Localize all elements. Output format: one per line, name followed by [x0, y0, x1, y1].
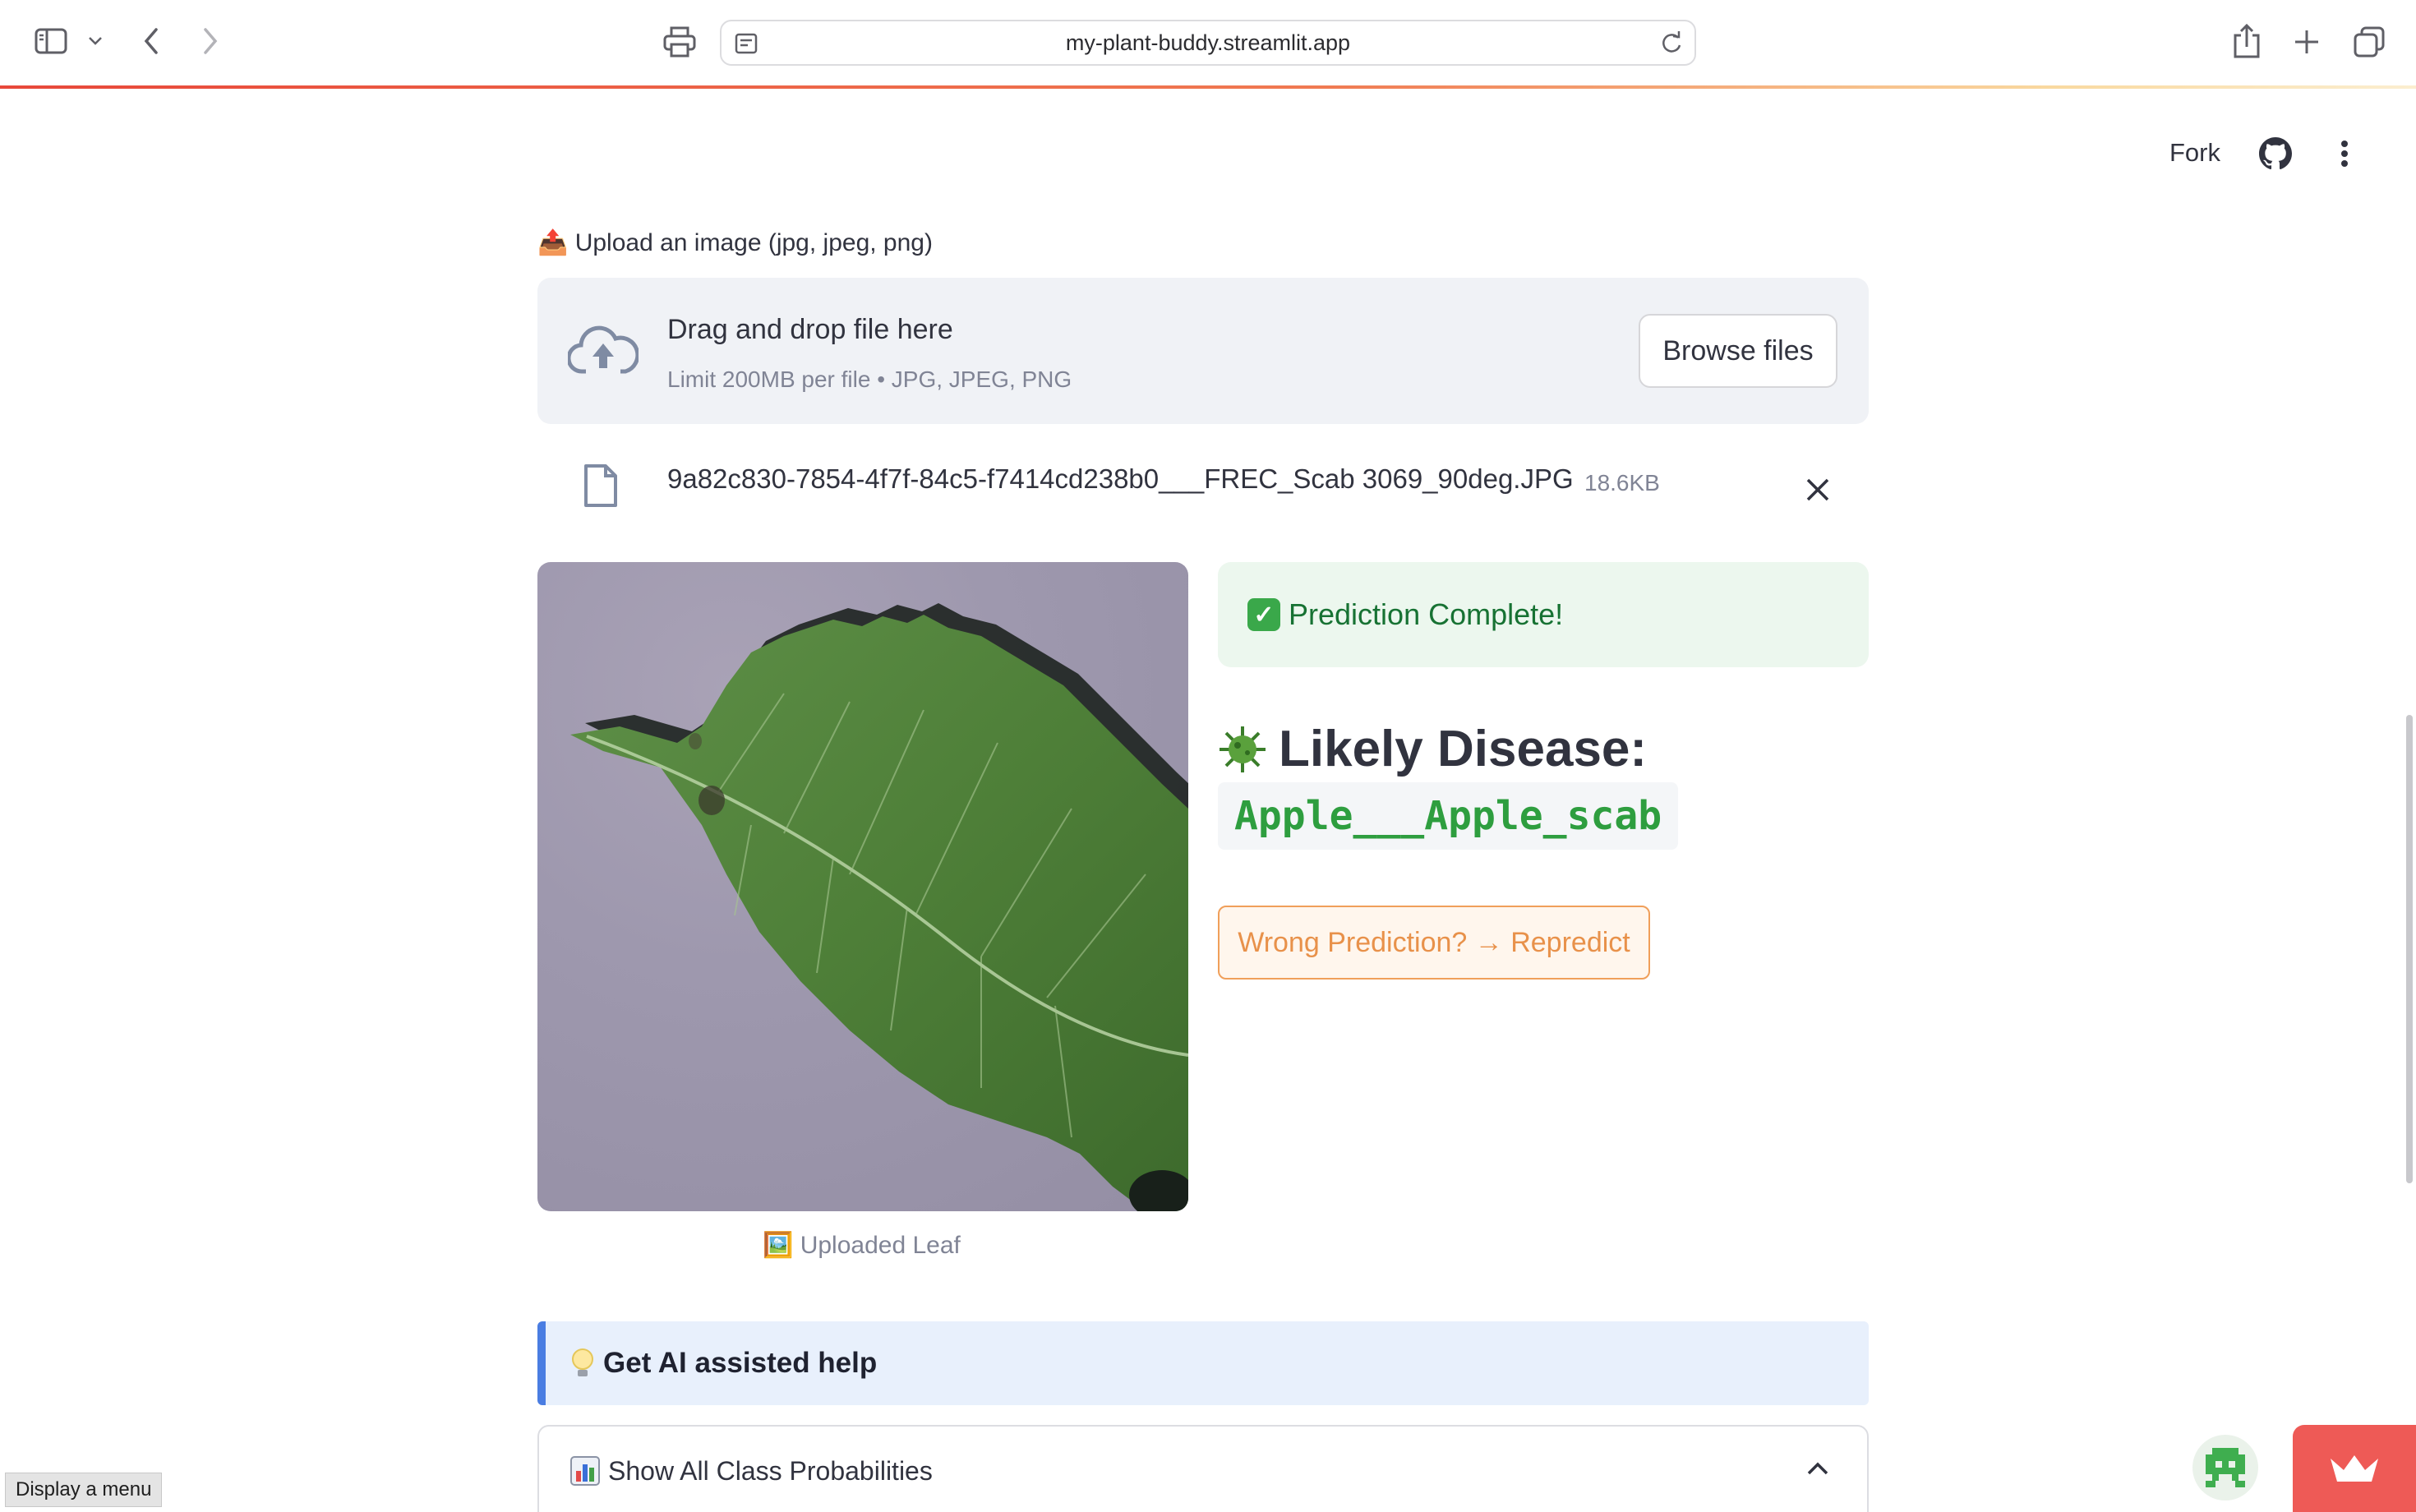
fork-button[interactable]: Fork — [2169, 138, 2220, 168]
reload-icon[interactable] — [1660, 31, 1683, 56]
close-icon[interactable] — [1800, 472, 1836, 508]
expander-label: Show All Class Probabilities — [608, 1456, 933, 1486]
ai-help-banner[interactable]: Get AI assisted help — [537, 1321, 1869, 1405]
uploaded-file-name: 9a82c830-7854-4f7f-84c5-f7414cd238b0___F… — [667, 463, 1574, 494]
image-caption: 🖼️ Uploaded Leaf — [763, 1231, 961, 1260]
tabs-overview-icon[interactable] — [2350, 23, 2388, 61]
disease-code: Apple___Apple_scab — [1218, 782, 1679, 850]
check-mark-icon: ✓ — [1247, 598, 1280, 631]
display-menu-tooltip: Display a menu — [5, 1473, 163, 1507]
loading-accent-line — [0, 85, 2416, 89]
sidebar-toggle-icon[interactable] — [31, 25, 71, 58]
browse-files-button[interactable]: Browse files — [1639, 314, 1837, 388]
upload-label-text: 📤 Upload an image (jpg, jpeg, png) — [537, 229, 933, 256]
uploaded-file-size: 18.6KB — [1584, 470, 1660, 496]
file-icon — [580, 460, 621, 511]
plus-icon[interactable] — [2289, 25, 2324, 59]
repredict-button[interactable]: Wrong Prediction? → Repredict — [1218, 906, 1650, 980]
light-bulb-icon — [572, 1348, 593, 1376]
github-icon[interactable] — [2257, 135, 2294, 173]
share-icon[interactable] — [2230, 21, 2263, 61]
disease-heading-text: Likely Disease: — [1279, 721, 1648, 777]
chevron-up-icon[interactable] — [1806, 1461, 1829, 1476]
cloud-upload-icon — [567, 322, 639, 380]
url-text: my-plant-buddy.streamlit.app — [1065, 30, 1351, 55]
browser-toolbar: my-plant-buddy.streamlit.app — [0, 0, 2416, 85]
chevron-left-icon[interactable] — [135, 23, 168, 59]
dropzone-subtitle: Limit 200MB per file • JPG, JPEG, PNG — [667, 366, 1072, 392]
bar-chart-icon — [570, 1456, 600, 1486]
chevron-right-icon[interactable] — [194, 23, 227, 59]
kebab-menu-icon[interactable] — [2331, 135, 2358, 173]
upload-label: 📤 Upload an image (jpg, jpeg, png) — [537, 228, 933, 257]
page-settings-icon[interactable] — [735, 33, 758, 54]
user-avatar[interactable] — [2192, 1435, 2258, 1500]
streamlit-badge[interactable] — [2293, 1425, 2416, 1512]
page-scrollbar[interactable] — [2406, 715, 2413, 1183]
class-probabilities-expander[interactable]: Show All Class Probabilities — [537, 1425, 1869, 1512]
crown-icon — [2331, 1455, 2378, 1482]
disease-heading: Likely Disease: — [1218, 720, 1647, 778]
chevron-down-icon[interactable] — [84, 30, 107, 53]
ai-help-text: Get AI assisted help — [603, 1347, 878, 1379]
address-bar[interactable]: my-plant-buddy.streamlit.app — [720, 20, 1696, 66]
success-text: Prediction Complete! — [1289, 597, 1564, 631]
printer-icon[interactable] — [661, 23, 699, 61]
microbe-icon — [1220, 726, 1266, 772]
success-alert: ✓ Prediction Complete! — [1218, 562, 1869, 667]
image-caption-text: 🖼️ Uploaded Leaf — [763, 1232, 961, 1259]
uploaded-leaf-image — [537, 562, 1188, 1211]
dropzone-title: Drag and drop file here — [667, 314, 953, 345]
